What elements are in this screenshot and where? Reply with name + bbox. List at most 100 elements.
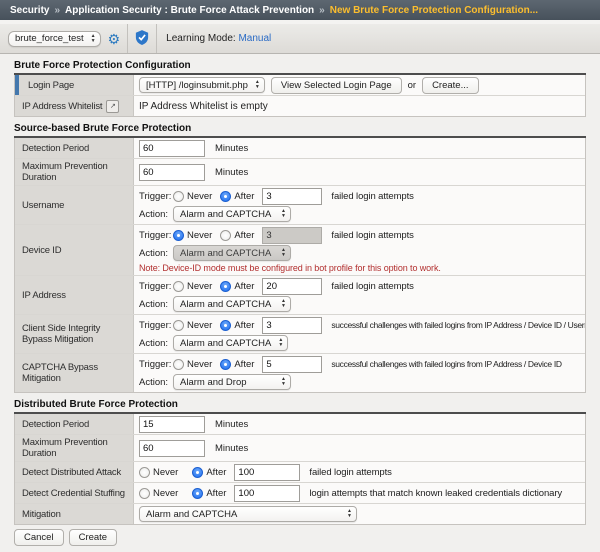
captcha-bypass-action-select[interactable]: Alarm and Drop [173,374,291,390]
table-row-dist-max-prevention: Maximum Prevention Duration Minutes [15,435,585,462]
ip-address-never-radio[interactable] [173,281,184,292]
detect-distributed-after-radio[interactable] [192,467,203,478]
table-row-login-page: Login Page [HTTP] /loginsubmit.php View … [15,75,585,96]
action-label: Action: [139,338,173,349]
ip-address-action-select[interactable]: Alarm and CAPTCHA [173,296,291,312]
detect-credential-after-radio[interactable] [192,488,203,499]
captcha-bypass-after-radio[interactable] [220,359,231,370]
device-id-after-radio[interactable] [220,230,231,241]
client-side-integrity-action-select[interactable]: Alarm and CAPTCHA [173,335,288,351]
cancel-button[interactable]: Cancel [14,529,64,546]
login-page-label: Login Page [15,75,134,95]
or-text: or [408,80,416,91]
select-arrows-icon [274,209,286,219]
learning-mode-link[interactable]: Manual [238,33,271,44]
footer-actions: Cancel Create [14,529,586,546]
trigger-label: Trigger: [139,230,173,241]
login-page-select-value: [HTTP] /loginsubmit.php [146,80,248,91]
detect-distributed-never-radio[interactable] [139,467,150,478]
mitigation-label: Mitigation [15,504,134,524]
ip-whitelist-label: IP Address Whitelist [22,101,102,112]
device-id-after-input [262,227,322,244]
table-row-mitigation: Mitigation Alarm and CAPTCHA [15,504,585,524]
client-side-integrity-after-radio[interactable] [220,320,231,331]
never-label[interactable]: Never [187,281,212,292]
client-side-integrity-suffix: successful challenges with failed logins… [331,320,585,330]
username-action-select[interactable]: Alarm and CAPTCHA [173,206,291,222]
section-title-source-based: Source-based Brute Force Protection [14,117,586,138]
breadcrumb-section[interactable]: Security [10,5,49,16]
after-label[interactable]: After [234,191,254,202]
never-label[interactable]: Never [187,359,212,370]
never-label[interactable]: Never [187,191,212,202]
username-never-radio[interactable] [173,191,184,202]
ip-address-label: IP Address [15,276,134,314]
minutes-label: Minutes [215,419,248,430]
dist-detection-period-label: Detection Period [15,414,134,434]
client-side-integrity-label: Client Side Integrity Bypass Mitigation [15,315,134,353]
device-id-action-value: Alarm and CAPTCHA [180,248,271,259]
client-side-integrity-after-input[interactable] [262,317,322,334]
detection-period-input[interactable] [139,140,205,157]
breadcrumb-page[interactable]: Application Security : Brute Force Attac… [65,5,314,16]
max-prevention-input[interactable] [139,164,205,181]
popup-window-icon[interactable] [106,100,119,113]
dist-max-prevention-input[interactable] [139,440,205,457]
dist-detection-period-input[interactable] [139,416,205,433]
view-selected-login-page-button[interactable]: View Selected Login Page [271,77,402,94]
table-row-detection-period: Detection Period Minutes [15,138,585,159]
detect-credential-suffix: login attempts that match known leaked c… [309,488,562,499]
never-label[interactable]: Never [153,467,178,478]
table-row-dist-detection-period: Detection Period Minutes [15,414,585,435]
after-label[interactable]: After [234,281,254,292]
ip-address-after-radio[interactable] [220,281,231,292]
captcha-bypass-never-radio[interactable] [173,359,184,370]
after-label[interactable]: After [234,320,254,331]
detect-credential-never-radio[interactable] [139,488,150,499]
never-label[interactable]: Never [153,488,178,499]
username-after-input[interactable] [262,188,322,205]
select-arrows-icon [340,509,352,519]
profile-select-value: brute_force_test [15,33,84,44]
detect-credential-after-input[interactable] [234,485,300,502]
trigger-label: Trigger: [139,281,173,292]
section-title-distributed: Distributed Brute Force Protection [14,393,586,414]
trigger-label: Trigger: [139,191,173,202]
device-id-never-radio[interactable] [173,230,184,241]
captcha-bypass-after-input[interactable] [262,356,322,373]
gear-icon[interactable]: ⚙ [108,32,121,46]
after-label[interactable]: After [206,467,226,478]
ip-address-suffix: failed login attempts [331,281,413,292]
after-label[interactable]: After [234,359,254,370]
select-arrows-icon [274,248,286,258]
source-based-table: Detection Period Minutes Maximum Prevent… [14,138,586,393]
login-page-select[interactable]: [HTTP] /loginsubmit.php [139,77,265,93]
never-label[interactable]: Never [187,230,212,241]
breadcrumb: Security » Application Security : Brute … [0,0,600,20]
profile-select[interactable]: brute_force_test [8,31,101,47]
ip-address-after-input[interactable] [262,278,322,295]
breadcrumb-separator: » [319,5,325,16]
dist-max-prevention-label: Maximum Prevention Duration [15,435,134,461]
shield-check-icon[interactable] [135,30,149,48]
never-label[interactable]: Never [187,320,212,331]
create-button[interactable]: Create [69,529,118,546]
client-side-integrity-action-value: Alarm and CAPTCHA [180,338,271,349]
detect-distributed-after-input[interactable] [234,464,300,481]
distributed-table: Detection Period Minutes Maximum Prevent… [14,414,586,525]
after-label[interactable]: After [206,488,226,499]
learning-mode: Learning Mode: Manual [166,33,271,44]
detection-period-label: Detection Period [15,138,134,158]
mitigation-select[interactable]: Alarm and CAPTCHA [139,506,357,522]
detect-distributed-attack-label: Detect Distributed Attack [15,462,134,482]
client-side-integrity-never-radio[interactable] [173,320,184,331]
username-after-radio[interactable] [220,191,231,202]
table-row-username: Username Trigger: Never After failed log… [15,186,585,225]
after-label[interactable]: After [234,230,254,241]
toolbar-divider [156,24,157,53]
table-row-detect-distributed-attack: Detect Distributed Attack Never After fa… [15,462,585,483]
create-login-page-button[interactable]: Create... [422,77,478,94]
username-label: Username [15,186,134,224]
device-id-action-select: Alarm and CAPTCHA [173,245,291,261]
table-row-ip-address: IP Address Trigger: Never After failed l… [15,276,585,315]
